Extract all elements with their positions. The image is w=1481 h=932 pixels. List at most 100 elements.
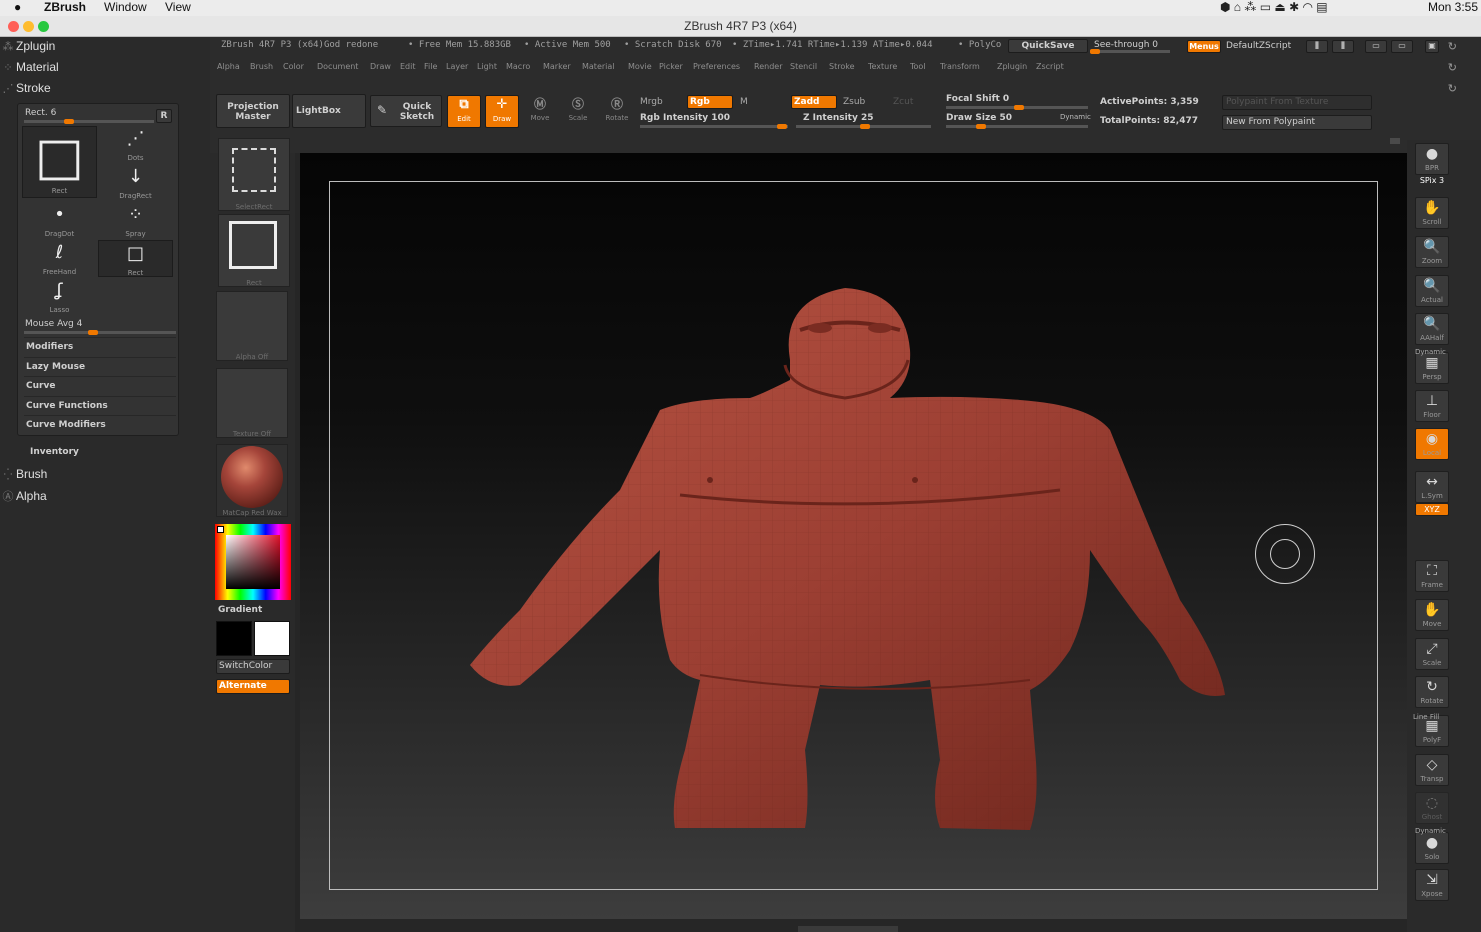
stroke-dots[interactable]: ⋰ Dots: [98, 126, 173, 163]
default-zscript[interactable]: DefaultZScript: [1226, 41, 1291, 51]
app-menu[interactable]: ZBrush: [44, 0, 86, 15]
focal-shift-slider[interactable]: Focal Shift 0: [946, 94, 1009, 104]
refresh-icon[interactable]: ↻: [1448, 61, 1457, 74]
polypaint-from-texture-button[interactable]: Polypaint From Texture: [1222, 95, 1372, 110]
main-color-swatch[interactable]: [217, 526, 224, 533]
zsub-button[interactable]: Zsub: [843, 97, 865, 107]
zcut-button[interactable]: Zcut: [893, 97, 913, 107]
menu-stroke[interactable]: Stroke: [829, 62, 855, 71]
shelf-scale[interactable]: ⤢ Scale: [1415, 638, 1449, 670]
stroke-rect[interactable]: □ Rect: [98, 240, 173, 277]
stroke-reset-button[interactable]: R: [156, 109, 172, 123]
shelf-local[interactable]: ◉ Local: [1415, 428, 1449, 460]
draw-button[interactable]: ✛ Draw: [485, 95, 519, 128]
z-intensity-slider[interactable]: Z Intensity 25: [803, 113, 874, 123]
menu-color[interactable]: Color: [283, 62, 304, 71]
rgb-button[interactable]: Rgb: [687, 95, 733, 109]
stroke-freehand[interactable]: ℓ FreeHand: [22, 240, 97, 277]
bottom-tray-handle[interactable]: [798, 926, 898, 932]
mrgb-button[interactable]: Mrgb: [640, 97, 663, 107]
subpalette-curve-modifiers[interactable]: Curve Modifiers: [24, 415, 176, 433]
stroke-lasso[interactable]: ʆ Lasso: [22, 278, 97, 315]
shelf-rotate[interactable]: ↻ Rotate: [1415, 676, 1449, 708]
palette-zplugin[interactable]: ⁂ Zplugin: [0, 39, 56, 53]
menu-alpha[interactable]: Alpha: [217, 62, 240, 71]
view-menu[interactable]: View: [165, 0, 191, 15]
primary-color-swatch[interactable]: [254, 621, 290, 656]
m-button[interactable]: M: [740, 97, 748, 107]
move-button[interactable]: Ⓜ Move: [523, 95, 557, 128]
stroke-slider-track[interactable]: [24, 119, 154, 124]
focal-shift-track[interactable]: [946, 105, 1088, 110]
draw-size-track[interactable]: [946, 124, 1088, 129]
see-through-track[interactable]: [1090, 49, 1170, 54]
gradient-toggle[interactable]: Gradient: [218, 605, 262, 615]
window-menu[interactable]: Window: [104, 0, 147, 15]
shelf-l-sym[interactable]: ↔ L.Sym: [1415, 471, 1449, 503]
edit-button[interactable]: ⧉ Edit: [447, 95, 481, 128]
minimize-button[interactable]: [23, 21, 34, 32]
shelf-spix-3[interactable]: SPix 3: [1415, 175, 1449, 191]
subpalette-modifiers[interactable]: Modifiers: [24, 337, 176, 355]
menu-zscript[interactable]: Zscript: [1036, 62, 1064, 71]
menu-preferences[interactable]: Preferences: [693, 62, 740, 71]
subpalette-lazy-mouse[interactable]: Lazy Mouse: [24, 356, 176, 375]
ui-icon[interactable]: ▭: [1365, 40, 1387, 53]
menu-brush[interactable]: Brush: [250, 62, 273, 71]
layout-icon[interactable]: ⫼: [1332, 40, 1354, 53]
shelf-ghost[interactable]: ◌ Ghost: [1415, 792, 1449, 824]
mouse-avg-track[interactable]: [24, 330, 176, 335]
menu-light[interactable]: Light: [477, 62, 497, 71]
shelf-xpose[interactable]: ⇲ Xpose: [1415, 869, 1449, 901]
menu-file[interactable]: File: [424, 62, 437, 71]
color-picker[interactable]: [215, 524, 291, 600]
zoom-button[interactable]: [38, 21, 49, 32]
shelf-actual[interactable]: 🔍 Actual: [1415, 275, 1449, 307]
new-from-polypaint-button[interactable]: New From Polypaint: [1222, 115, 1372, 130]
inventory-label[interactable]: Inventory: [30, 447, 79, 457]
menu-document[interactable]: Document: [317, 62, 358, 71]
palette-material[interactable]: ⁘ Material: [0, 60, 58, 74]
layout-icon[interactable]: ⫼: [1306, 40, 1328, 53]
rgb-intensity-slider[interactable]: Rgb Intensity 100: [640, 113, 730, 123]
menu-macro[interactable]: Macro: [506, 62, 530, 71]
secondary-color-swatch[interactable]: [216, 621, 252, 656]
shelf-persp[interactable]: ▦ Persp: [1415, 352, 1449, 384]
palette-stroke[interactable]: ⋰ Stroke: [0, 81, 51, 95]
color-square[interactable]: [226, 535, 280, 589]
switchcolor-button[interactable]: SwitchColor: [216, 659, 290, 674]
viewport-toggle[interactable]: [1390, 138, 1400, 144]
shelf-transp[interactable]: ◇ Transp: [1415, 754, 1449, 786]
palette-alpha[interactable]: Ⓐ Alpha: [0, 488, 47, 504]
zadd-button[interactable]: Zadd: [791, 95, 837, 109]
shelf-aahalf[interactable]: 🔍 AAHalf: [1415, 313, 1449, 345]
palette-brush[interactable]: ⁛ Brush: [0, 467, 48, 481]
stroke-spray[interactable]: ⁘ Spray: [98, 202, 173, 239]
rotate-button[interactable]: Ⓡ Rotate: [600, 95, 634, 128]
shelf-frame[interactable]: ⛶ Frame: [1415, 560, 1449, 592]
shelf-floor[interactable]: ⊥ Floor: [1415, 390, 1449, 422]
shelf-xyz[interactable]: XYZ: [1415, 503, 1449, 516]
lightbox-button[interactable]: LightBox: [292, 94, 366, 128]
shelf-zoom[interactable]: 🔍 Zoom: [1415, 236, 1449, 268]
quick-sketch-button[interactable]: ✎ Quick Sketch: [370, 95, 442, 127]
alpha-tile[interactable]: Alpha Off: [216, 291, 288, 361]
menu-stencil[interactable]: Stencil: [790, 62, 817, 71]
draw-size-slider[interactable]: Draw Size 50: [946, 113, 1012, 123]
material-tile[interactable]: MatCap Red Wax: [216, 444, 288, 517]
subpalette-curve[interactable]: Curve: [24, 376, 176, 394]
ui-icon[interactable]: ▭: [1391, 40, 1413, 53]
stroke-rect[interactable]: □ Rect: [22, 126, 97, 198]
menu-picker[interactable]: Picker: [659, 62, 683, 71]
z-intensity-track[interactable]: [796, 124, 931, 129]
menu-tool[interactable]: Tool: [910, 62, 926, 71]
alternate-button[interactable]: Alternate: [216, 679, 290, 694]
refresh-icon[interactable]: ↻: [1448, 40, 1457, 53]
projection-master-button[interactable]: Projection Master: [216, 94, 290, 128]
apple-menu-icon[interactable]: ●: [14, 0, 21, 15]
menu-render[interactable]: Render: [754, 62, 782, 71]
shelf-scroll[interactable]: ✋ Scroll: [1415, 197, 1449, 229]
menu-transform[interactable]: Transform: [940, 62, 980, 71]
menu-material[interactable]: Material: [582, 62, 615, 71]
menu-draw[interactable]: Draw: [370, 62, 391, 71]
